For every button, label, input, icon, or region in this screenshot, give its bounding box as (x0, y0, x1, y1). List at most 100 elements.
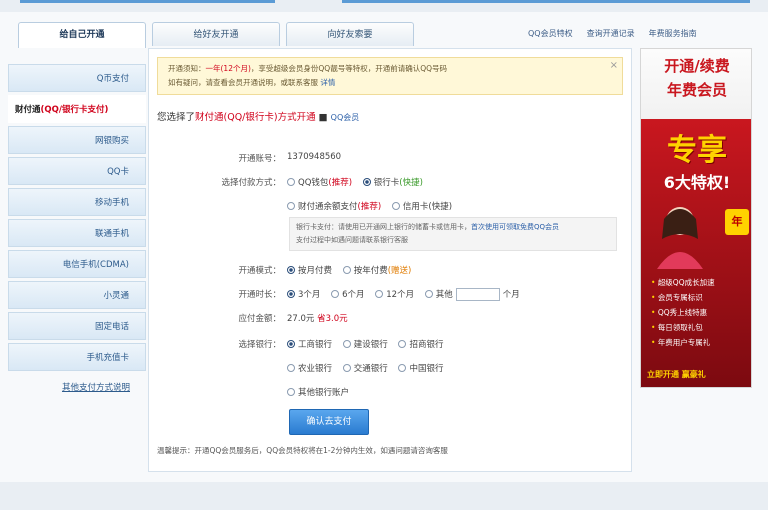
top-accent-line-left (20, 0, 275, 3)
sidebar-item-label: QQ卡 (107, 167, 129, 177)
duration-option-6[interactable]: 6个月 (331, 290, 365, 300)
link-vip-privileges[interactable]: QQ会员特权 (528, 28, 573, 39)
ad-title-line-1: 开通/续费 (664, 57, 730, 75)
ad-benefit-item: 年费用户专属礼 (651, 335, 747, 350)
notice-details-link[interactable]: 详情 (320, 78, 335, 87)
amount-saving: 省3.0元 (317, 314, 348, 324)
bank-options-3: 其他银行账户 (287, 386, 357, 398)
bank-option-boc[interactable]: 中国银行 (398, 364, 443, 374)
sidebar-item-label: 网银购买 (94, 136, 129, 146)
mode-row: 开通模式： 按月付费 按年付费(赠送) (149, 261, 633, 281)
sidebar-item-unicom[interactable]: 联通手机 (8, 219, 146, 247)
radio-icon (398, 340, 407, 348)
radio-icon (287, 178, 295, 186)
ad-cta[interactable]: 立即开通 赢豪礼 (647, 369, 706, 380)
payment-method-row-1: 选择付款方式： QQ钱包(推荐) 银行卡(快捷) (149, 173, 633, 193)
option-label: 其他 (435, 290, 453, 300)
mode-option-monthly[interactable]: 按月付费 (287, 266, 332, 276)
duration-option-other[interactable]: 其他 个月 (424, 288, 520, 301)
hint-link[interactable]: 首次使用可领取免费QQ会员 (471, 223, 559, 231)
confirm-pay-button[interactable]: 确认去支付 (289, 409, 369, 435)
bank-row-3: 其他银行账户 (149, 383, 633, 403)
option-label: 按月付费 (298, 266, 333, 276)
bank-option-bocom[interactable]: 交通银行 (342, 364, 388, 374)
sidebar-item-label: 财付通 (15, 105, 41, 115)
duration-option-3[interactable]: 3个月 (287, 290, 320, 300)
sidebar-item-other-methods[interactable]: 其他支付方式说明 (8, 374, 146, 402)
sidebar-item-label: 联通手机 (94, 229, 129, 239)
heading-highlight: 财付通(QQ/银行卡)方式开通 (195, 112, 316, 123)
link-open-records[interactable]: 查询开通记录 (587, 28, 635, 39)
ad-benefit-list: 超级QQ成长加速 会员专属标识 QQ秀上线特惠 每日领取礼包 年费用户专属礼 (651, 275, 747, 350)
tab-self-open[interactable]: 给自己开通 (18, 22, 146, 48)
sidebar-item-online-bank[interactable]: 网银购买 (8, 126, 146, 154)
amount-row: 应付金额： 27.0元 省3.0元 (149, 309, 633, 329)
sidebar-item-landline[interactable]: 固定电话 (8, 312, 146, 340)
mode-option-yearly[interactable]: 按年付费(赠送) (342, 266, 411, 276)
heading-vip-link[interactable]: QQ会员 (331, 113, 360, 122)
sidebar-item-label: 电信手机(CDMA) (62, 260, 129, 270)
bottom-note: 温馨提示：开通QQ会员服务后，QQ会员特权将在1-2分钟内生效，如遇问题请咨询客… (157, 446, 448, 455)
ad-benefit-item: 超级QQ成长加速 (651, 275, 747, 290)
radio-icon (287, 364, 295, 372)
close-icon[interactable]: × (610, 59, 618, 73)
amount-value: 27.0元 (287, 314, 315, 324)
option-label: 交通银行 (353, 364, 388, 374)
bank-label: 选择银行： (238, 340, 281, 350)
amount-label: 应付金额： (238, 314, 281, 324)
radio-icon (391, 202, 400, 210)
radio-selected-icon (287, 290, 295, 298)
bank-row-1: 选择银行： 工商银行 建设银行 招商银行 (149, 335, 633, 355)
promo-banner[interactable]: 开通/续费 年费会员 专享 6大特权! 年 超级QQ成长加速 会员专属标识 QQ… (640, 48, 752, 388)
method-option-credit-card[interactable]: 信用卡(快捷) (391, 202, 452, 212)
sidebar-item-label: 固定电话 (94, 322, 129, 332)
radio-selected-icon (287, 340, 295, 348)
tab-bar: 给自己开通 给好友开通 向好友索要 (18, 22, 414, 48)
option-label: 中国银行 (409, 364, 444, 374)
radio-icon (287, 202, 295, 210)
bank-option-ccb[interactable]: 建设银行 (342, 340, 388, 350)
bank-option-abc[interactable]: 农业银行 (287, 364, 332, 374)
duration-options: 3个月 6个月 12个月 其他 个月 (287, 288, 528, 301)
payment-method-options-2: 财付通余额支付(推荐) 信用卡(快捷) (287, 200, 460, 212)
option-label: 3个月 (298, 290, 321, 300)
bank-option-icbc[interactable]: 工商银行 (287, 340, 332, 350)
top-links: QQ会员特权 查询开通记录 年费服务指南 (528, 28, 697, 39)
sidebar-item-qq-card[interactable]: QQ卡 (8, 157, 146, 185)
tab-open-for-friend[interactable]: 给好友开通 (152, 22, 280, 46)
method-option-bank-card[interactable]: 银行卡(快捷) (362, 178, 423, 188)
bank-card-hint: 银行卡支付：请使用已开通网上银行的储蓄卡或信用卡，首次使用可领取免费QQ会员 支… (289, 217, 617, 251)
mode-options: 按月付费 按年付费(赠送) (287, 264, 419, 276)
notice-text: ，开通前请确认QQ号码 (367, 64, 448, 73)
ad-badge: 年 (725, 209, 749, 235)
bank-option-other[interactable]: 其他银行账户 (287, 388, 349, 398)
method-option-balance[interactable]: 财付通余额支付(推荐) (287, 202, 381, 212)
lock-icon: ■ (318, 112, 328, 123)
tab-ask-friend[interactable]: 向好友索要 (286, 22, 414, 46)
option-label: 工商银行 (298, 340, 333, 350)
sidebar-item-label: 其他支付方式说明 (61, 383, 130, 393)
sidebar-item-telecom[interactable]: 电信手机(CDMA) (8, 250, 146, 278)
notice-line-1: 开通须知：一年(12个月)，享受超级会员身份QQ靓号等特权，开通前请确认QQ号码 (168, 62, 612, 76)
sidebar-item-tenpay[interactable]: 财付通(QQ/银行卡支付) (8, 95, 146, 123)
option-label: 12个月 (386, 290, 415, 300)
duration-option-12[interactable]: 12个月 (375, 290, 414, 300)
radio-selected-icon (287, 266, 295, 274)
option-label: 银行卡 (373, 178, 400, 188)
sidebar-item-phs[interactable]: 小灵通 (8, 281, 146, 309)
link-annual-guide[interactable]: 年费服务指南 (649, 28, 697, 39)
payment-method-row-2: 财付通余额支付(推荐) 信用卡(快捷) (149, 197, 633, 217)
option-label: 财付通余额支付 (298, 202, 358, 212)
method-option-qq-wallet[interactable]: QQ钱包(推荐) (287, 178, 352, 188)
sidebar-item-mobile[interactable]: 移动手机 (8, 188, 146, 216)
custom-months-input[interactable] (455, 288, 500, 301)
payment-sidebar: Q币支付 财付通(QQ/银行卡支付) 网银购买 QQ卡 移动手机 联通手机 电信… (8, 64, 146, 405)
sidebar-item-prepaid-card[interactable]: 手机充值卡 (8, 343, 146, 371)
sidebar-item-qcoin[interactable]: Q币支付 (8, 64, 146, 92)
option-note: (推荐) (357, 202, 382, 212)
payment-method-label: 选择付款方式： (221, 178, 281, 188)
notice-text: 如有疑问，请查看会员开通说明，或联系客服 (168, 78, 318, 87)
bank-options-1: 工商银行 建设银行 招商银行 (287, 338, 451, 350)
hint-line-1: 银行卡支付：请使用已开通网上银行的储蓄卡或信用卡，首次使用可领取免费QQ会员 (296, 221, 610, 234)
bank-option-cmb[interactable]: 招商银行 (398, 340, 443, 350)
